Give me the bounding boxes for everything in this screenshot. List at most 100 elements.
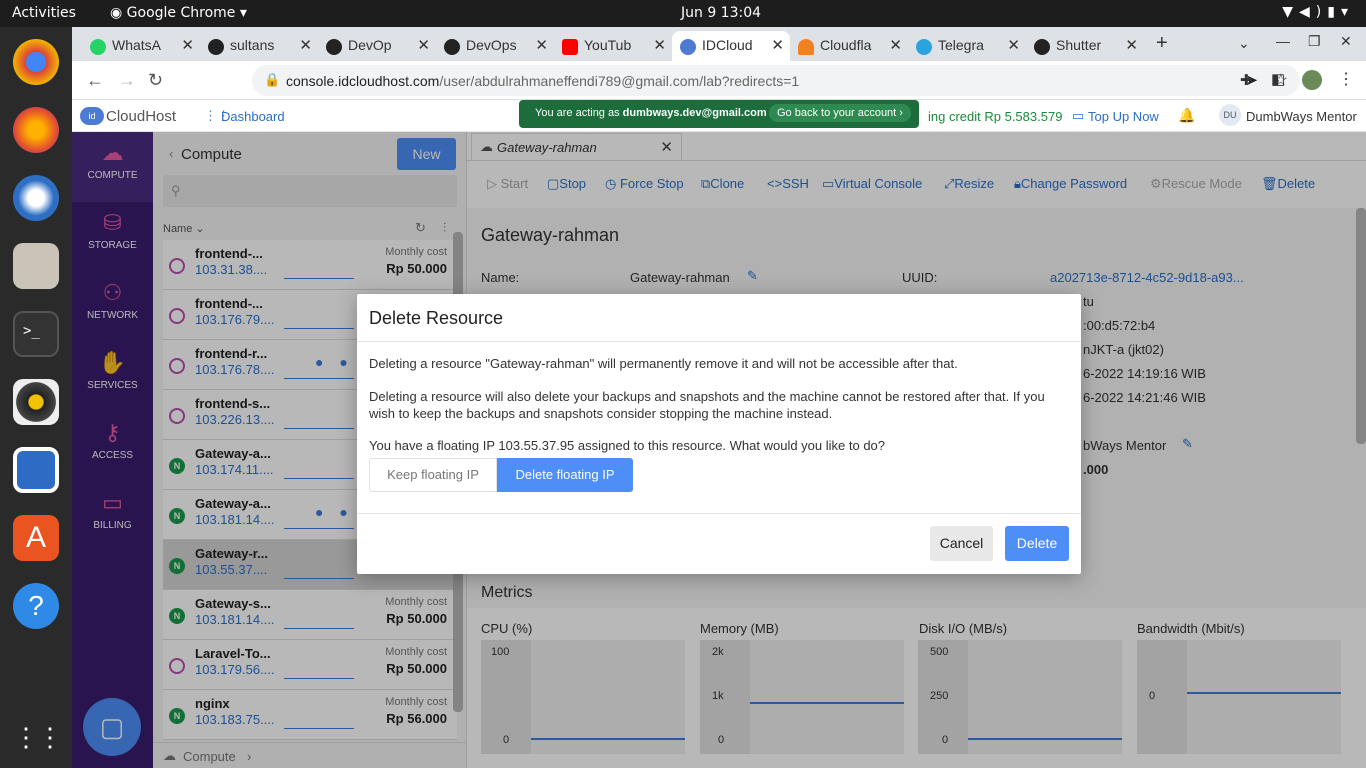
browser-tab[interactable]: sultans ✕: [200, 31, 318, 61]
tab-label: Shutter: [1056, 37, 1102, 53]
github-icon: [326, 39, 342, 55]
tab-label: Cloudfla: [820, 37, 872, 53]
browser-tab[interactable]: Cloudfla ✕: [790, 31, 908, 61]
toolbar: ← → ↻ 🔒 console.idcloudhost.com/user/abd…: [72, 61, 1366, 100]
tab-label: DevOp: [348, 37, 392, 53]
app-name: Google Chrome: [126, 5, 236, 21]
browser-tab[interactable]: WhatsA ✕: [82, 31, 200, 61]
chevron-down-icon: ▾: [1340, 4, 1354, 20]
address-bar[interactable]: 🔒 console.idcloudhost.com/user/abdulrahm…: [252, 65, 1300, 96]
reload-icon[interactable]: ↻: [148, 70, 163, 91]
top-up-link[interactable]: Top Up Now: [1088, 109, 1159, 124]
thunderbird-icon[interactable]: [13, 175, 59, 221]
back-icon[interactable]: ←: [86, 70, 104, 91]
browser-tab[interactable]: Shutter ✕: [1026, 31, 1144, 61]
url-path: /user/abdulrahmaneffendi789@gmail.com/la…: [439, 73, 800, 89]
impersonation-banner: You are acting as dumbways.dev@gmail.com…: [519, 100, 919, 128]
divider: [357, 341, 1081, 342]
close-icon[interactable]: ✕: [1125, 36, 1138, 54]
keep-floating-ip-option[interactable]: Keep floating IP: [369, 458, 497, 492]
bell-icon[interactable]: 🔔: [1178, 107, 1195, 124]
user-avatar[interactable]: DU: [1219, 104, 1241, 126]
software-icon[interactable]: A: [13, 515, 59, 561]
cloudflare-icon: [798, 39, 814, 55]
tab-label: WhatsA: [112, 37, 162, 53]
whatsapp-icon: [90, 39, 106, 55]
chrome-small-icon: ◉: [110, 5, 127, 21]
profile-avatar[interactable]: [1302, 70, 1322, 90]
divider: [357, 513, 1081, 514]
url-host: console.idcloudhost.com: [286, 73, 440, 89]
dashboard-link[interactable]: Dashboard: [221, 109, 285, 124]
files-icon[interactable]: [13, 243, 59, 289]
minimize-icon[interactable]: —: [1276, 33, 1290, 49]
close-icon[interactable]: ✕: [417, 36, 430, 54]
logo-text: CloudHost: [106, 108, 177, 125]
delete-floating-ip-option[interactable]: Delete floating IP: [497, 458, 633, 492]
tab-label: IDCloud: [702, 37, 753, 53]
chrome-icon[interactable]: [13, 39, 59, 85]
sidepanel-icon[interactable]: ◧: [1271, 70, 1285, 88]
volume-icon: ◀): [1299, 4, 1328, 20]
wifi-icon: ▼: [1282, 4, 1300, 20]
dialog-floating-ip-text: You have a floating IP 103.55.37.95 assi…: [369, 438, 886, 453]
tab-label: Telegra: [938, 37, 984, 53]
os-top-bar: Activities ◉ Google Chrome ▾ Jun 9 13:04…: [0, 0, 1366, 27]
close-icon[interactable]: ✕: [653, 36, 666, 54]
terminal-icon[interactable]: >_: [13, 311, 59, 357]
help-icon[interactable]: ?: [13, 583, 59, 629]
close-icon[interactable]: ✕: [771, 36, 784, 54]
delete-button[interactable]: Delete: [1005, 526, 1069, 561]
restore-icon[interactable]: ❐: [1308, 33, 1321, 50]
browser-tab[interactable]: DevOps ✕: [436, 31, 554, 61]
browser-tab[interactable]: DevOp ✕: [318, 31, 436, 61]
browser-tab[interactable]: Telegra ✕: [908, 31, 1026, 61]
youtube-icon: [562, 39, 578, 55]
tab-label: DevOps: [466, 37, 517, 53]
close-icon[interactable]: ✕: [299, 36, 312, 54]
banner-email: dumbways.dev@gmail.com: [622, 107, 767, 119]
close-icon[interactable]: ✕: [889, 36, 902, 54]
browser-tab-active[interactable]: IDCloud ✕: [672, 31, 790, 61]
menu-icon[interactable]: ⋮: [1338, 69, 1354, 89]
clock[interactable]: Jun 9 13:04: [681, 5, 761, 21]
tab-label: YouTub: [584, 37, 632, 53]
telegram-icon: [916, 39, 932, 55]
app-grid-icon[interactable]: ⋮⋮⋮: [13, 717, 87, 763]
logo-icon: id: [80, 107, 104, 125]
writer-icon[interactable]: [13, 447, 59, 493]
shutterstock-icon: [1034, 39, 1050, 55]
lock-icon: 🔒: [264, 72, 281, 87]
go-back-button[interactable]: Go back to your account ›: [769, 104, 911, 122]
idcloudhost-icon: [680, 39, 696, 55]
topup-icon: ▭: [1072, 108, 1085, 123]
user-name[interactable]: DumbWays Mentor: [1246, 109, 1357, 124]
dialog-warning-text: Deleting a resource "Gateway-rahman" wil…: [369, 356, 958, 371]
delete-resource-dialog: Delete Resource Deleting a resource "Gat…: [357, 294, 1081, 574]
battery-icon: ▮: [1327, 4, 1341, 20]
dialog-title: Delete Resource: [369, 308, 504, 328]
browser-tab[interactable]: YouTub ✕: [554, 31, 672, 61]
github-icon: [444, 39, 460, 55]
dialog-backup-text: Deleting a resource will also delete you…: [369, 389, 1045, 421]
tab-label: sultans: [230, 37, 275, 53]
tab-strip: WhatsA ✕ sultans ✕ DevOp ✕ DevOps ✕ YouTub ✕ …: [72, 27, 1366, 61]
firefox-icon[interactable]: [13, 107, 59, 153]
forward-icon[interactable]: →: [118, 70, 136, 91]
cancel-button[interactable]: Cancel: [930, 526, 993, 561]
rhythmbox-icon[interactable]: [13, 379, 59, 425]
close-icon[interactable]: ✕: [535, 36, 548, 54]
dock: >_ A ? ⋮⋮⋮: [0, 27, 87, 768]
new-tab-icon[interactable]: +: [1156, 32, 1168, 55]
system-tray[interactable]: ▼◀)▮▾: [1282, 4, 1354, 20]
tab-search-icon[interactable]: ⌄: [1238, 35, 1250, 52]
credit-balance: ing credit Rp 5.583.579: [928, 109, 1063, 124]
extensions-icon[interactable]: ✚: [1240, 71, 1253, 89]
app-menu[interactable]: ◉ Google Chrome ▾: [110, 5, 247, 21]
banner-text: You are acting as: [535, 107, 623, 119]
activities-button[interactable]: Activities: [12, 5, 76, 21]
close-window-icon[interactable]: ✕: [1340, 33, 1352, 50]
close-icon[interactable]: ✕: [181, 36, 194, 54]
close-icon[interactable]: ✕: [1007, 36, 1020, 54]
github-icon: [208, 39, 224, 55]
